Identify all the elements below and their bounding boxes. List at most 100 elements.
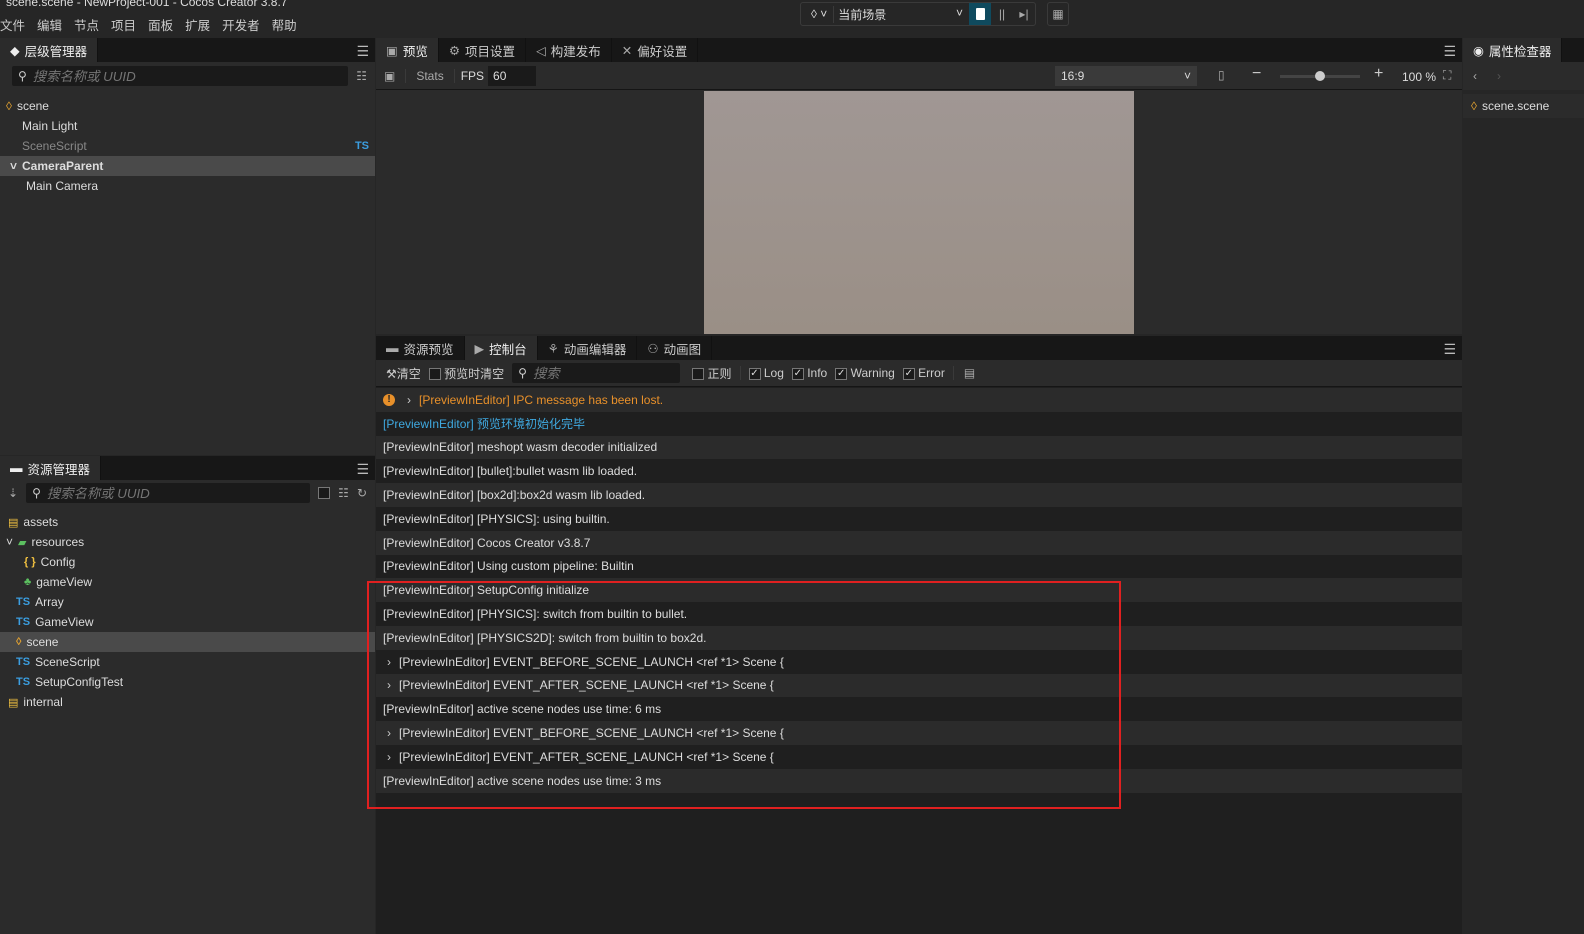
filter-warning-checkbox[interactable]: ✓ Warning [835,366,895,380]
menu-icon[interactable]: ☰ [356,43,369,60]
menu-item[interactable]: 扩展 [185,15,210,34]
assets-panel: ▬资源管理器☰ ⇣ ⚲ ☷ ↻ ▤assets˅▰resources{ }Con… [0,456,375,934]
regex-checkbox[interactable]: 正则 [692,365,732,382]
menu-item[interactable]: 项目 [111,15,136,34]
json-icon: { } [24,556,36,568]
inspector-panel: ◉ 属性检查器 ‹ › ◊ scene.scene [1463,38,1584,934]
tree-node[interactable]: ◊ scene [0,96,375,116]
console-search-input[interactable] [532,365,663,381]
preview-settings-icon[interactable]: ▣ [384,69,395,83]
prefab-icon: ♣ [24,576,32,588]
chevron-down-icon[interactable]: ˅ [6,535,13,549]
scene-select[interactable]: 当前场景 ˅ [833,5,969,23]
tab-hierarchy[interactable]: ◆ 层级管理器 [0,38,99,62]
refresh-icon[interactable]: ↻ [357,486,367,500]
tab-preview-1[interactable]: ⚙ 项目设置 [439,38,527,62]
menu-item[interactable]: 帮助 [272,15,297,34]
tab-console-0[interactable]: ▬ 资源预览 [376,336,465,360]
log-entry[interactable]: ! › [PreviewInEditor] IPC message has been… [376,388,1462,412]
log-entry[interactable]: [PreviewInEditor] [PHYSICS]: using built… [376,506,1462,531]
tab-preview-3[interactable]: ✕ 偏好设置 [612,38,699,62]
rotate-icon[interactable]: ▯ [1218,68,1225,82]
collapse-icon[interactable]: ☷ [338,486,349,500]
filter-info-checkbox[interactable]: ✓ Info [791,366,827,380]
tab-assets[interactable]: ▬ 资源管理器 [0,456,102,480]
log-entry[interactable]: [PreviewInEditor] [bullet]:bullet wasm l… [376,459,1462,484]
menu-item[interactable]: 文件 [0,15,25,34]
log-entry[interactable]: [PreviewInEditor] meshopt wasm decoder i… [376,435,1462,460]
forward-button[interactable]: › [1497,69,1501,83]
scene-icon[interactable]: ◊ ˅ [801,7,833,21]
menu-icon[interactable]: ☰ [1443,341,1456,358]
fps-input[interactable]: 60 [488,65,537,86]
asset-item[interactable]: { } Config [0,552,375,572]
asset-item[interactable]: ˅ ▰ resources [0,532,375,552]
clear-on-preview-checkbox[interactable]: 预览时清空 [428,365,504,382]
menu-icon[interactable]: ☰ [356,461,369,478]
asset-item[interactable]: TS SetupConfigTest [0,672,375,692]
filter-checkbox[interactable] [318,487,331,499]
hierarchy-panel: ◆层级管理器 ☰ ⚲ ☷ ◊sceneMain LightSceneScriptT… [0,38,375,455]
tab-icon: ⚇ [647,341,659,356]
zoom-in-button[interactable]: + [1374,65,1383,83]
tab-preview-0[interactable]: ▣ 预览 [376,38,439,62]
hierarchy-tree: ◊ scene Main Light SceneScript TS ˅ CameraPare… [0,96,375,196]
chevron-down-icon[interactable]: ˅ [10,159,17,173]
qr-preview-button[interactable]: ▦ [1047,2,1069,26]
asset-item[interactable]: ♣ gameView [0,572,375,592]
collapse-icon[interactable]: ☷ [356,69,367,83]
filter-error-checkbox[interactable]: ✓ Error [902,366,945,380]
log-entry[interactable]: [PreviewInEditor] Using custom pipeline:… [376,554,1462,579]
pause-button[interactable]: || [991,7,1013,21]
scene-icon: ◊ [16,636,22,648]
menu-bar: 文件 编辑 节点 项目 面板 扩展 开发者 帮助 [0,15,297,34]
menu-item[interactable]: 面板 [148,15,173,34]
hierarchy-search-input[interactable] [32,68,313,84]
menu-item[interactable]: 编辑 [37,15,62,34]
tree-node[interactable]: SceneScript TS [0,136,375,156]
fps-label: FPS [453,68,484,83]
menu-item[interactable]: 开发者 [222,15,260,34]
game-viewport[interactable] [704,91,1134,334]
tab-console-1[interactable]: ▶ 控制台 [464,336,538,360]
zoom-out-button[interactable]: − [1252,65,1261,83]
tab-console-3[interactable]: ⚇ 动画图 [637,336,713,360]
ratio-select[interactable]: 16:9 ˅ [1055,66,1197,86]
back-button[interactable]: ‹ [1473,69,1477,83]
tab-preview-2[interactable]: ◁ 构建发布 [526,38,612,62]
clear-button[interactable]: ⚒清空 [386,365,421,382]
assets-search-input[interactable] [46,485,287,501]
log-file-icon[interactable]: ▤ [952,366,975,380]
tree-node[interactable]: Main Light [0,116,375,136]
asset-item[interactable]: TS SceneScript [0,652,375,672]
tab-icon: ✕ [621,43,633,58]
chevron-right-icon[interactable]: › [407,393,411,407]
inspector-item[interactable]: ◊ scene.scene [1463,94,1584,118]
tab-icon: ▬ [386,341,399,355]
stop-button[interactable] [969,3,991,25]
sort-icon[interactable]: ⇣ [8,486,18,500]
log-entry[interactable]: [PreviewInEditor] Cocos Creator v3.8.7 [376,530,1462,555]
asset-item[interactable]: TS Array [0,592,375,612]
asset-item[interactable]: ▤ internal [0,692,375,712]
zoom-slider[interactable] [1280,71,1360,81]
hierarchy-icon: ◆ [10,43,20,58]
menu-icon[interactable]: ☰ [1443,43,1456,60]
log-entry[interactable]: [PreviewInEditor] 预览环境初始化完毕 [376,411,1462,436]
asset-item[interactable]: ◊ scene [0,632,375,652]
stats-toggle[interactable]: Stats [405,68,444,83]
filter-log-checkbox[interactable]: ✓ Log [748,366,784,380]
tab-inspector[interactable]: ◉ 属性检查器 [1463,38,1563,62]
tree-node[interactable]: Main Camera [0,176,375,196]
assets-icon: ▬ [10,461,23,475]
tab-icon: ⚙ [448,43,461,58]
menu-item[interactable]: 节点 [74,15,99,34]
tab-console-2[interactable]: ⚘ 动画编辑器 [538,336,638,360]
broom-icon: ⚒ [386,366,397,381]
asset-item[interactable]: TS GameView [0,612,375,632]
asset-item[interactable]: ▤ assets [0,512,375,532]
fit-icon[interactable]: ⛶ [1443,68,1451,83]
step-button[interactable]: ▸| [1013,7,1035,21]
tree-node[interactable]: ˅ CameraParent [0,156,375,176]
log-entry[interactable]: [PreviewInEditor] [box2d]:box2d wasm lib… [376,483,1462,507]
